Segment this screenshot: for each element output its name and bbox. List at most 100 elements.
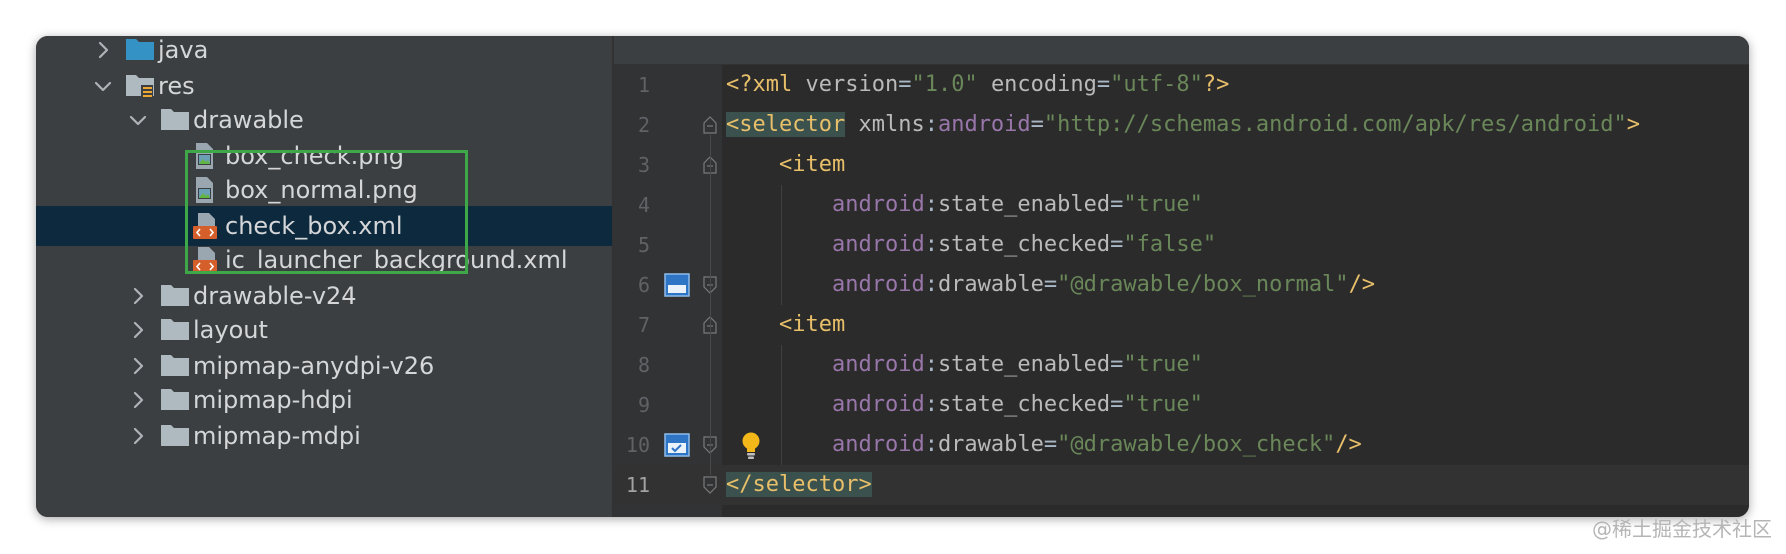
tree-item[interactable]: mipmap-mdpi: [36, 416, 612, 456]
code-token: android: [831, 192, 925, 217]
code-token: android: [831, 392, 925, 417]
code-text[interactable]: <item: [726, 145, 845, 185]
code-token: <item: [778, 312, 846, 337]
chevron-right-icon[interactable]: [127, 389, 149, 411]
code-text[interactable]: android:state_checked="true": [726, 385, 1203, 425]
code-text[interactable]: android:state_enabled="true": [726, 345, 1203, 385]
code-text[interactable]: <item: [726, 305, 845, 345]
code-token: />: [1335, 432, 1362, 457]
code-text[interactable]: <selector xmlns:android="http://schemas.…: [726, 105, 1640, 145]
code-text[interactable]: </selector>: [726, 465, 872, 505]
folder-icon: [160, 386, 190, 418]
code-token: </selector: [726, 472, 859, 497]
tree-item-label: drawable-v24: [193, 282, 357, 310]
line-number[interactable]: 11: [614, 465, 650, 505]
code-line[interactable]: 10 android:drawable="@drawable/box_check…: [614, 425, 1749, 465]
fold-icon[interactable]: [702, 116, 718, 134]
code-token: <item: [778, 152, 846, 177]
code-token: >: [858, 472, 872, 497]
ide-window: java res drawable box_check.png box_normal.p…: [36, 36, 1749, 517]
folder-icon: [160, 106, 190, 138]
code-token: =: [1030, 112, 1044, 137]
line-number[interactable]: 9: [614, 385, 650, 425]
chevron-right-icon[interactable]: [127, 319, 149, 341]
code-text[interactable]: android:drawable="@drawable/box_check"/>: [726, 425, 1362, 465]
tree-item[interactable]: box_normal.png: [36, 170, 612, 210]
code-token: android: [831, 232, 925, 257]
drawable-preview-icon[interactable]: [664, 433, 690, 457]
tree-item[interactable]: layout: [36, 310, 612, 350]
line-number[interactable]: 8: [614, 345, 650, 385]
code-line[interactable]: 4 android:state_enabled="true": [614, 185, 1749, 225]
chevron-right-icon[interactable]: [127, 355, 149, 377]
code-token: :: [924, 192, 938, 217]
code-token: =: [1096, 72, 1111, 97]
code-token: <selector: [726, 112, 846, 137]
drawable-preview-icon[interactable]: [664, 273, 690, 297]
code-line[interactable]: 2 <selector xmlns:android="http://schemas…: [614, 105, 1749, 145]
code-text[interactable]: android:drawable="@drawable/box_normal"/…: [726, 265, 1375, 305]
line-number[interactable]: 6: [614, 265, 650, 305]
tree-item-label: box_normal.png: [225, 176, 418, 204]
chevron-down-icon[interactable]: [92, 75, 114, 97]
code-token: xmlns: [858, 112, 925, 137]
watermark: @稀土掘金技术社区: [1592, 517, 1772, 541]
code-text[interactable]: android:state_enabled="true": [726, 185, 1203, 225]
code-line[interactable]: 5 android:state_checked="false": [614, 225, 1749, 265]
code-token: drawable: [937, 272, 1044, 297]
code-text[interactable]: <?xml version="1.0" encoding="utf-8"?>: [726, 65, 1229, 105]
tree-item-label: mipmap-mdpi: [193, 422, 361, 450]
chevron-right-icon[interactable]: [127, 285, 149, 307]
line-number[interactable]: 5: [614, 225, 650, 265]
line-number[interactable]: 4: [614, 185, 650, 225]
code-token: =: [1110, 392, 1124, 417]
code-token: :: [924, 352, 938, 377]
code-token: drawable: [937, 432, 1044, 457]
line-number[interactable]: 3: [614, 145, 650, 185]
code-line[interactable]: 1 <?xml version="1.0" encoding="utf-8"?>: [614, 65, 1749, 105]
tree-item[interactable]: drawable: [36, 100, 612, 140]
code-token: =: [1043, 432, 1058, 457]
tree-item-label: box_check.png: [225, 142, 404, 170]
line-number[interactable]: 7: [614, 305, 650, 345]
line-number[interactable]: 10: [614, 425, 650, 465]
tree-item-label: layout: [193, 316, 268, 344]
code-token: >: [1626, 112, 1640, 137]
code-token: "@drawable/box_normal": [1057, 272, 1349, 297]
code-line[interactable]: 6 android:drawable="@drawable/box_normal…: [614, 265, 1749, 305]
code-editor[interactable]: 1 <?xml version="1.0" encoding="utf-8"?> 2…: [614, 36, 1749, 517]
chevron-right-icon[interactable]: [92, 39, 114, 61]
tree-item-label: mipmap-hdpi: [193, 386, 353, 414]
line-number[interactable]: 1: [614, 65, 650, 105]
code-text[interactable]: android:state_checked="false": [726, 225, 1216, 265]
chevron-right-icon[interactable]: [127, 425, 149, 447]
code-token: ?>: [1202, 72, 1230, 97]
code-line[interactable]: 8 android:state_enabled="true": [614, 345, 1749, 385]
code-line[interactable]: 7 <item: [614, 305, 1749, 345]
lightbulb-icon[interactable]: [740, 431, 762, 461]
code-line[interactable]: 9 android:state_checked="true": [614, 385, 1749, 425]
code-token: :: [924, 232, 938, 257]
code-token: "true": [1123, 352, 1203, 377]
code-line[interactable]: 3 <item: [614, 145, 1749, 185]
code-token: =: [1110, 352, 1124, 377]
tree-item[interactable]: mipmap-hdpi: [36, 380, 612, 420]
chevron-down-icon[interactable]: [127, 109, 149, 131]
image-file-icon: [192, 176, 216, 210]
fold-end-icon[interactable]: [702, 476, 718, 494]
indent-guide: [781, 345, 782, 465]
tree-item[interactable]: java: [36, 36, 612, 70]
code-token: :: [924, 432, 938, 457]
line-number[interactable]: 2: [614, 105, 650, 145]
code-line[interactable]: 11 </selector>: [614, 465, 1749, 505]
tree-item[interactable]: ic_launcher_background.xml: [36, 240, 612, 280]
code-token: state_checked: [937, 392, 1111, 417]
code-token: state_enabled: [937, 352, 1111, 377]
